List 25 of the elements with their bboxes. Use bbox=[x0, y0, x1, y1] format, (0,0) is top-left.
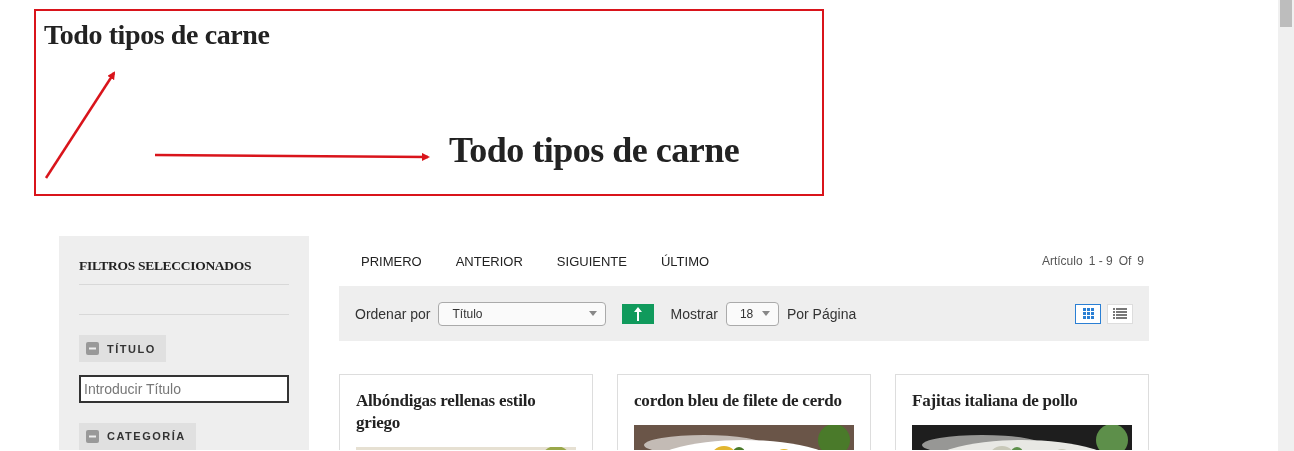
recipe-title: Fajitas italiana de pollo bbox=[912, 390, 1079, 412]
pager-link[interactable]: SIGUIENTE bbox=[556, 253, 627, 269]
item-count: 1 - 9 bbox=[1088, 254, 1113, 268]
heading: Todo tipos de carne bbox=[44, 19, 270, 51]
item-count: 9 bbox=[1137, 254, 1144, 268]
item-count: Artículo bbox=[1041, 254, 1083, 268]
per-page-label: Por Página bbox=[786, 305, 857, 322]
item-count: Of bbox=[1118, 254, 1132, 268]
show-label: Mostrar bbox=[670, 305, 718, 322]
recipe-card[interactable]: Albóndigas rellenas estilo griego bbox=[339, 374, 593, 450]
title-input-field[interactable]: Introducir Título bbox=[79, 375, 289, 403]
recipe-title: Albóndigas rellenas estilo griego bbox=[356, 390, 537, 434]
filter-toggle[interactable]: CATEGORÍA bbox=[79, 422, 196, 450]
recipe-card[interactable]: cordon bleu de filete de cerdo bbox=[617, 374, 871, 450]
recipe-card[interactable]: Fajitas italiana de pollo bbox=[895, 374, 1149, 450]
filter-toggle[interactable]: TÍTULO bbox=[79, 335, 166, 363]
page-size-select[interactable]: 18 bbox=[725, 301, 779, 326]
recipe-title: cordon bleu de filete de cerdo bbox=[634, 390, 843, 412]
sort-label: Ordenar por bbox=[355, 305, 431, 322]
pager-link[interactable]: ANTERIOR bbox=[455, 253, 523, 269]
sort-select[interactable]: Título bbox=[438, 301, 607, 326]
heading: Todo tipos de carne bbox=[449, 129, 740, 171]
sidebar-title: FILTROS SELECCIONADOS bbox=[79, 258, 289, 285]
pager-link[interactable]: ÚLTIMO bbox=[660, 253, 710, 269]
pager-link[interactable]: PRIMERO bbox=[361, 253, 422, 269]
